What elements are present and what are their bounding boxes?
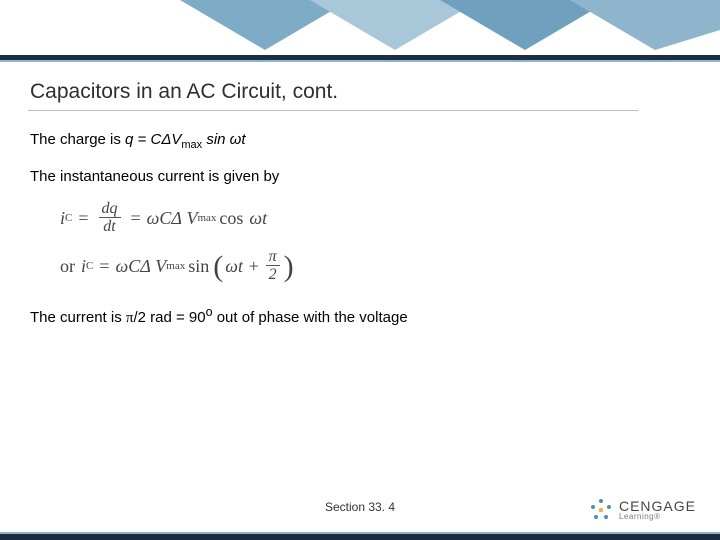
eq1-rhs-a: ωCΔ bbox=[147, 206, 182, 230]
charge-line: The charge is q = CΔVmax sin ωt bbox=[30, 130, 690, 153]
eq2-equals: = bbox=[99, 254, 109, 278]
eq1-equals2: = bbox=[131, 206, 141, 230]
cengage-logo: CENGAGE Learning® bbox=[589, 498, 696, 522]
charge-prefix: The charge is bbox=[30, 131, 125, 148]
eq1-equals: = bbox=[78, 206, 88, 230]
eq2-frac: π 2 bbox=[266, 249, 280, 284]
eq1-rhs-vmax: max bbox=[197, 211, 216, 226]
eq2-frac-den: 2 bbox=[266, 266, 280, 284]
phase-b: /2 rad = 90 bbox=[133, 309, 205, 326]
eq1-frac-num: dq bbox=[99, 201, 121, 218]
eq2-lparen: ( bbox=[213, 247, 223, 288]
eq1-frac: dq dt bbox=[99, 201, 121, 236]
eq1-frac-den: dt bbox=[100, 218, 118, 236]
slide-title: Capacitors in an AC Circuit, cont. bbox=[30, 80, 338, 104]
eq2-rparen: ) bbox=[284, 247, 294, 288]
eq2-rhs-a: ωCΔ bbox=[116, 254, 151, 278]
current-intro: The instantaneous current is given by bbox=[30, 167, 690, 187]
phase-sup: o bbox=[206, 305, 213, 319]
cengage-star-icon bbox=[589, 498, 613, 522]
eq2-i-sub: C bbox=[86, 259, 93, 274]
logo-brand: CENGAGE bbox=[619, 499, 696, 513]
phase-line: The current is π/2 rad = 90o out of phas… bbox=[30, 304, 690, 328]
header-triangles bbox=[0, 0, 720, 50]
eq1-cos: cos bbox=[219, 206, 243, 230]
title-rule bbox=[28, 110, 638, 111]
header bbox=[0, 0, 720, 60]
equation-1: iC = dq dt = ωCΔ Vmax cos ωt bbox=[60, 201, 690, 236]
eq2-frac-num: π bbox=[266, 249, 280, 266]
eq2-or: or bbox=[60, 254, 75, 278]
eq2-rhs-vmax: max bbox=[166, 259, 185, 274]
charge-eq-lead: q = CΔV bbox=[125, 131, 181, 148]
eq1-arg: ωt bbox=[249, 206, 267, 230]
slide-body: The charge is q = CΔVmax sin ωt The inst… bbox=[30, 130, 690, 342]
charge-eq-sub: max bbox=[181, 139, 202, 151]
header-bar-light bbox=[0, 60, 720, 62]
eq1-i-sub: C bbox=[65, 211, 72, 226]
section-label: Section 33. 4 bbox=[325, 500, 395, 514]
footer-bar-dark bbox=[0, 534, 720, 540]
eq2-sin: sin bbox=[188, 254, 209, 278]
charge-eq-tail: sin ωt bbox=[202, 131, 245, 148]
logo-tag: Learning® bbox=[619, 513, 696, 521]
eq2-rhs-v: V bbox=[155, 254, 166, 278]
equation-2: or iC = ωCΔ Vmax sin ( ωt + π 2 ) bbox=[60, 246, 690, 287]
logo-text: CENGAGE Learning® bbox=[619, 499, 696, 521]
phase-a: The current is bbox=[30, 309, 126, 326]
equation-block: iC = dq dt = ωCΔ Vmax cos ωt or iC = ωCΔ… bbox=[60, 201, 690, 286]
eq1-rhs-v: V bbox=[186, 206, 197, 230]
eq2-arg-lead: ωt + bbox=[225, 254, 259, 278]
phase-c: out of phase with the voltage bbox=[213, 309, 408, 326]
slide: Capacitors in an AC Circuit, cont. The c… bbox=[0, 0, 720, 540]
